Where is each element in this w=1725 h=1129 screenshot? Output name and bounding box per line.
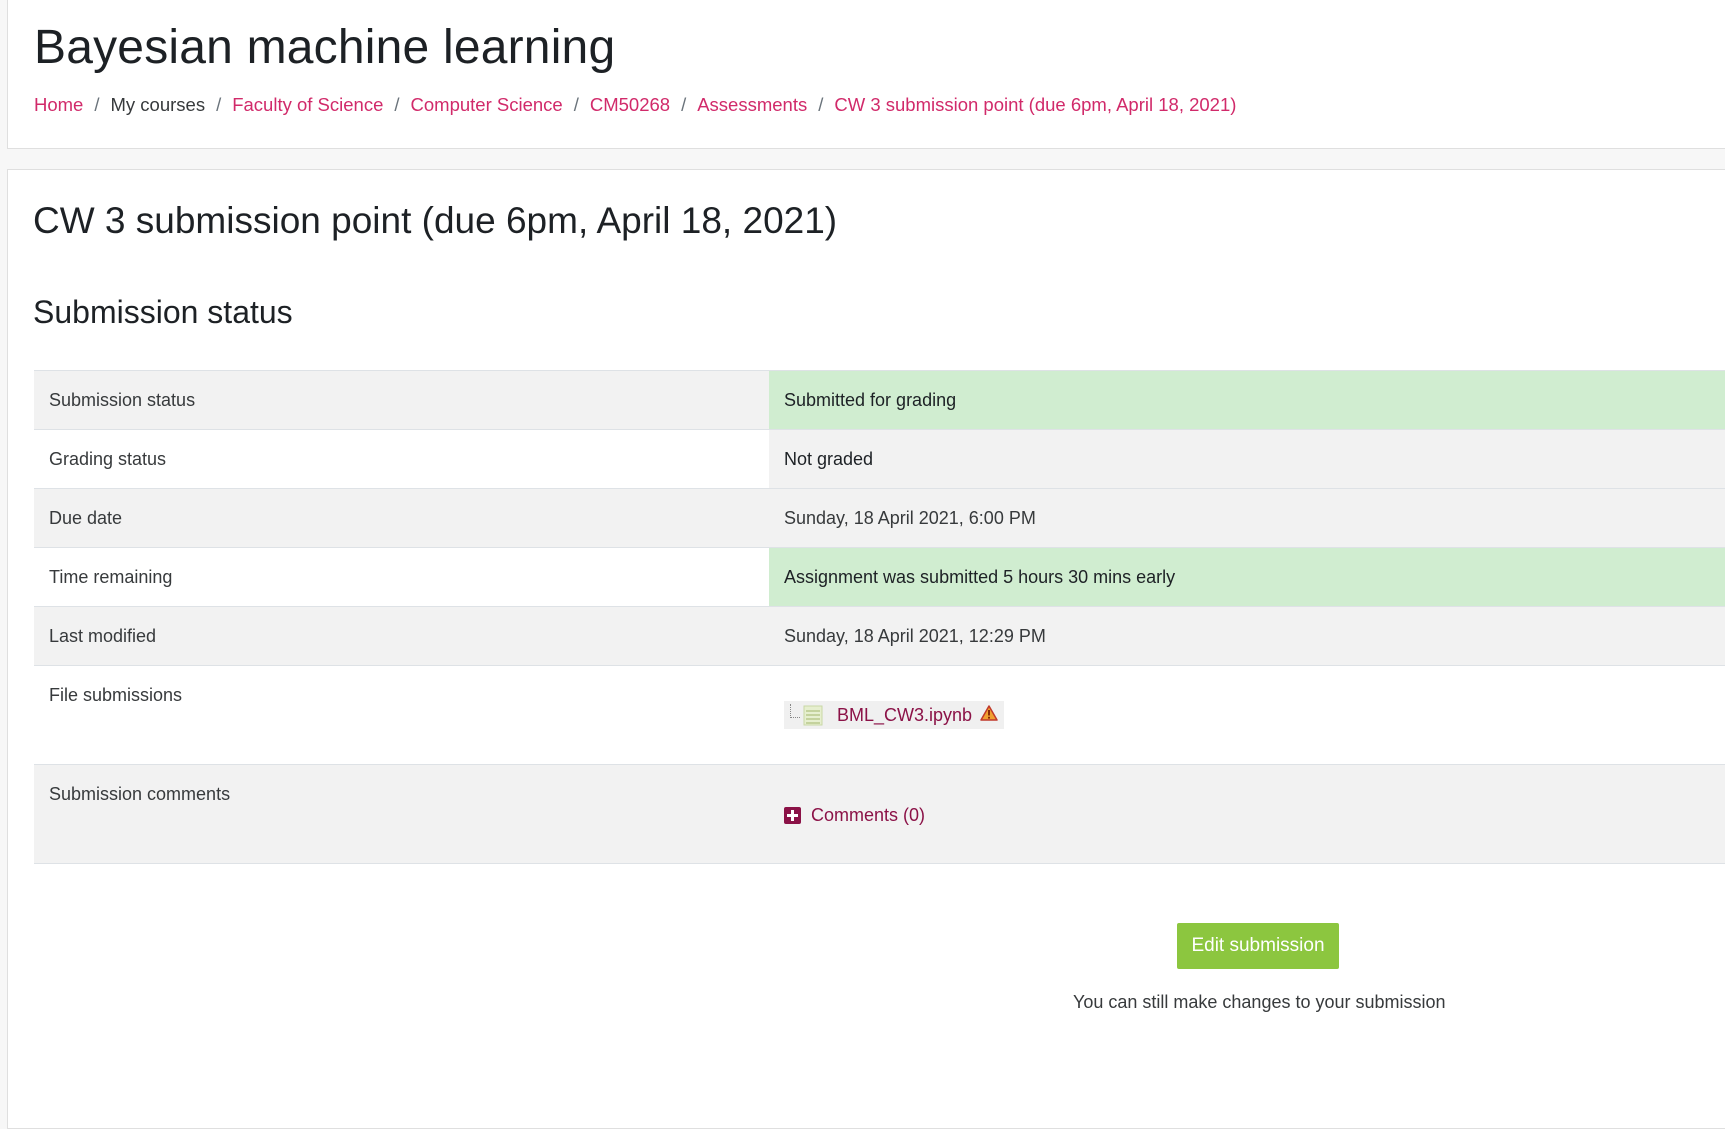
- row-label: File submissions: [49, 685, 183, 705]
- tree-connector: [790, 704, 800, 718]
- row-label: Time remaining: [49, 567, 173, 587]
- file-download-link[interactable]: BML_CW3.ipynb: [837, 705, 972, 726]
- submission-comments-value: Comments (0): [769, 765, 1725, 863]
- last-modified-value: Sunday, 18 April 2021, 12:29 PM: [784, 626, 1046, 646]
- main-content: CW 3 submission point (due 6pm, April 18…: [7, 169, 1725, 1129]
- table-row: Due date Sunday, 18 April 2021, 6:00 PM: [34, 489, 1725, 548]
- table-row: Last modified Sunday, 18 April 2021, 12:…: [34, 607, 1725, 666]
- page-header: Bayesian machine learning Home / My cour…: [7, 0, 1725, 149]
- breadcrumb-assignment-link[interactable]: CW 3 submission point (due 6pm, April 18…: [834, 94, 1236, 116]
- edit-submission-button[interactable]: Edit submission: [1177, 923, 1339, 969]
- row-label: Submission status: [49, 390, 196, 410]
- comments-link[interactable]: Comments (0): [811, 805, 925, 826]
- table-row: Submission status Submitted for grading: [34, 371, 1725, 430]
- breadcrumb-my-courses: My courses: [110, 94, 206, 115]
- breadcrumb-home-link[interactable]: Home: [34, 94, 83, 116]
- breadcrumb-separator: /: [216, 94, 222, 115]
- submission-status-value: Submitted for grading: [769, 371, 1725, 429]
- grading-status-value: Not graded: [769, 430, 1725, 488]
- course-title: Bayesian machine learning: [34, 21, 616, 74]
- section-heading: Submission status: [33, 294, 293, 330]
- row-label: Grading status: [49, 449, 167, 469]
- table-row: Grading status Not graded: [34, 430, 1725, 489]
- breadcrumb-assessments-link[interactable]: Assessments: [697, 94, 807, 116]
- file-icon: [803, 704, 823, 726]
- page-title: CW 3 submission point (due 6pm, April 18…: [33, 200, 838, 241]
- file-submissions-value: BML_CW3.ipynb: [769, 666, 1725, 764]
- table-row: File submissions BML_CW3.ipynb: [34, 666, 1725, 765]
- table-row: Time remaining Assignment was submitted …: [34, 548, 1725, 607]
- breadcrumb-faculty-link[interactable]: Faculty of Science: [232, 94, 383, 116]
- edit-help-text: You can still make changes to your submi…: [1073, 992, 1446, 1012]
- comments-toggle[interactable]: Comments (0): [784, 805, 925, 826]
- breadcrumb-separator: /: [394, 94, 400, 115]
- row-label: Submission comments: [49, 784, 231, 804]
- breadcrumb-separator: /: [94, 94, 100, 115]
- breadcrumb-separator: /: [573, 94, 579, 115]
- breadcrumb-separator: /: [818, 94, 824, 115]
- row-label: Last modified: [49, 626, 157, 646]
- submission-status-table: Submission status Submitted for grading …: [34, 370, 1725, 864]
- due-date-value: Sunday, 18 April 2021, 6:00 PM: [784, 508, 1036, 528]
- table-row: Submission comments Comments (0): [34, 765, 1725, 864]
- breadcrumb-separator: /: [681, 94, 687, 115]
- breadcrumb: Home / My courses / Faculty of Science /…: [34, 94, 1236, 116]
- time-remaining-value: Assignment was submitted 5 hours 30 mins…: [769, 548, 1725, 606]
- file-tree-item: BML_CW3.ipynb: [784, 701, 1005, 729]
- breadcrumb-course-link[interactable]: CM50268: [590, 94, 670, 116]
- warning-icon: [980, 704, 998, 726]
- breadcrumb-department-link[interactable]: Computer Science: [411, 94, 563, 116]
- row-label: Due date: [49, 508, 123, 528]
- plus-icon: [784, 807, 801, 824]
